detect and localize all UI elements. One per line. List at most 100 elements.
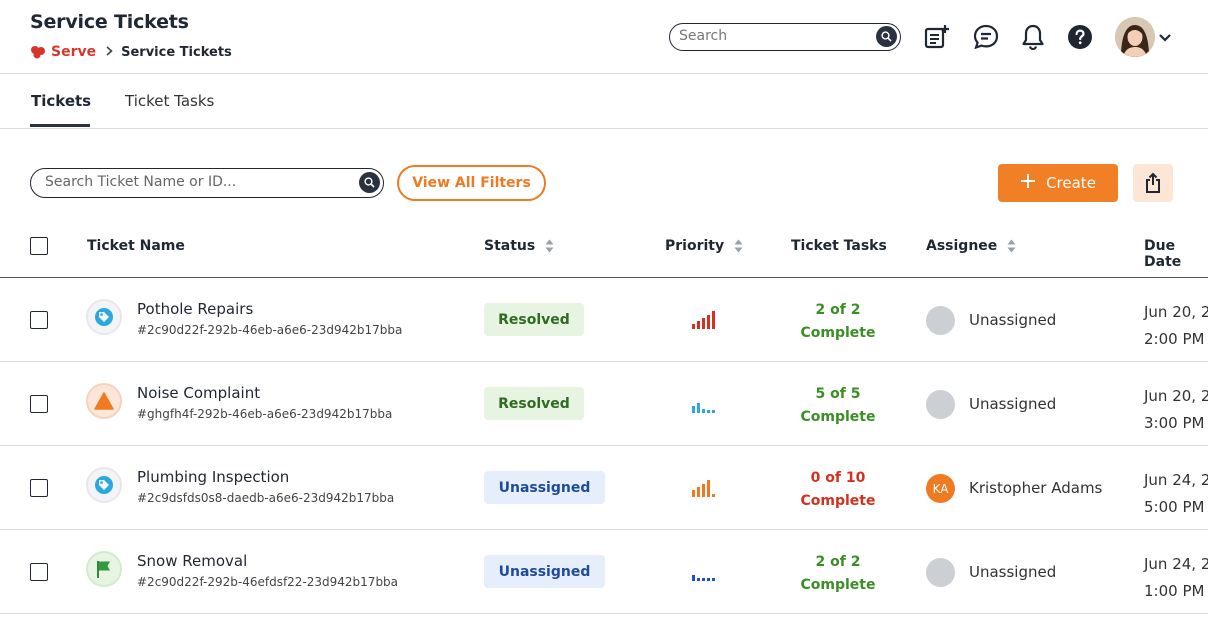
assignee-name[interactable]: Unassigned bbox=[969, 563, 1056, 581]
assignee-name[interactable]: Unassigned bbox=[969, 311, 1056, 329]
global-search-input[interactable] bbox=[679, 28, 859, 44]
assignee-avatar bbox=[926, 306, 955, 335]
tab-bar: Tickets Ticket Tasks bbox=[0, 75, 1208, 129]
priority-high-icon bbox=[692, 309, 718, 335]
ticket-name[interactable]: Noise Complaint bbox=[137, 384, 260, 402]
tab-ticket-tasks[interactable]: Ticket Tasks bbox=[125, 92, 214, 110]
tasks-status: Complete bbox=[800, 493, 876, 509]
ticket-tasks-progress: 5 of 5 Complete bbox=[788, 383, 888, 429]
assignee-name[interactable]: Unassigned bbox=[969, 395, 1056, 413]
add-note-icon[interactable] bbox=[922, 22, 952, 52]
column-label: Status bbox=[484, 238, 536, 254]
column-header-assignee[interactable]: Assignee bbox=[926, 238, 1017, 254]
sort-icon[interactable] bbox=[733, 238, 744, 254]
tasks-count: 0 of 10 bbox=[810, 470, 866, 486]
ticket-id: #2c90d22f-292b-46efdsf22-23d942b17bba bbox=[137, 575, 399, 589]
column-label: Due Date bbox=[1144, 238, 1182, 270]
due-date-time: 3:00 PM bbox=[1144, 414, 1205, 432]
warning-icon bbox=[86, 383, 122, 419]
search-icon[interactable] bbox=[359, 172, 380, 193]
tag-icon bbox=[86, 467, 122, 503]
due-date: Jun 20, 2 3:00 PM bbox=[1144, 383, 1208, 437]
table-row[interactable]: Noise Complaint #ghgfh4f-292b-46eb-a6e6-… bbox=[0, 362, 1208, 446]
due-date-time: 5:00 PM bbox=[1144, 498, 1205, 516]
search-icon[interactable] bbox=[876, 26, 897, 47]
global-search bbox=[669, 23, 901, 51]
priority-medium-icon bbox=[692, 477, 718, 503]
active-tab-indicator bbox=[30, 124, 90, 127]
priority-lowest-icon bbox=[692, 561, 718, 587]
priority-low-icon bbox=[692, 393, 718, 419]
tasks-status: Complete bbox=[800, 409, 876, 425]
column-header-status[interactable]: Status bbox=[484, 238, 555, 254]
user-avatar[interactable] bbox=[1115, 17, 1155, 57]
breadcrumb-chevron-icon bbox=[106, 45, 113, 59]
tag-icon bbox=[86, 299, 122, 335]
create-button-label: Create bbox=[1046, 174, 1096, 192]
tasks-status: Complete bbox=[800, 577, 876, 593]
table-row[interactable]: Snow Removal #2c90d22f-292b-46efdsf22-23… bbox=[0, 530, 1208, 614]
due-date-day: Jun 20, 2 bbox=[1144, 303, 1208, 321]
flag-icon bbox=[86, 551, 122, 587]
column-header-priority[interactable]: Priority bbox=[665, 238, 744, 254]
table-row[interactable]: Pothole Repairs #2c90d22f-292b-46eb-a6e6… bbox=[0, 278, 1208, 362]
chat-icon[interactable] bbox=[971, 22, 1001, 52]
select-all-checkbox[interactable] bbox=[30, 237, 48, 255]
sort-icon[interactable] bbox=[544, 238, 555, 254]
page-title: Service Tickets bbox=[30, 11, 189, 33]
create-button[interactable]: Create bbox=[998, 164, 1118, 202]
status-badge: Resolved bbox=[484, 303, 584, 336]
due-date: Jun 20, 2 2:00 PM bbox=[1144, 299, 1208, 353]
column-label: Ticket Name bbox=[87, 238, 185, 254]
ticket-name[interactable]: Snow Removal bbox=[137, 552, 247, 570]
ticket-id: #ghgfh4f-292b-46eb-a6e6-23d942b17bba bbox=[137, 407, 393, 421]
due-date-time: 2:00 PM bbox=[1144, 330, 1205, 348]
assignee-name[interactable]: Kristopher Adams bbox=[969, 479, 1102, 497]
assignee-avatar bbox=[926, 390, 955, 419]
due-date-time: 1:00 PM bbox=[1144, 582, 1205, 600]
row-checkbox[interactable] bbox=[30, 479, 48, 497]
ticket-tasks-progress: 0 of 10 Complete bbox=[788, 467, 888, 513]
column-header-ticket-name[interactable]: Ticket Name bbox=[87, 238, 185, 254]
ticket-tasks-progress: 2 of 2 Complete bbox=[788, 551, 888, 597]
column-label: Priority bbox=[665, 238, 725, 254]
breadcrumb: Serve Service Tickets bbox=[30, 44, 232, 60]
column-label: Assignee bbox=[926, 238, 998, 254]
ticket-search-input[interactable] bbox=[45, 174, 345, 190]
view-all-filters-button[interactable]: View All Filters bbox=[397, 165, 546, 201]
tasks-count: 5 of 5 bbox=[815, 386, 861, 402]
chevron-down-icon[interactable] bbox=[1158, 28, 1172, 47]
column-label: Ticket Tasks bbox=[791, 238, 887, 254]
ticket-name[interactable]: Pothole Repairs bbox=[137, 300, 253, 318]
row-checkbox[interactable] bbox=[30, 311, 48, 329]
column-header-due-date[interactable]: Due Date bbox=[1144, 238, 1208, 270]
due-date-day: Jun 24, 2 bbox=[1144, 555, 1208, 573]
share-icon bbox=[1146, 172, 1160, 193]
ticket-id: #2c9dsfds0s8-daedb-a6e6-23d942b17bba bbox=[137, 491, 395, 505]
row-checkbox[interactable] bbox=[30, 563, 48, 581]
serve-logo-icon bbox=[31, 46, 45, 59]
due-date: Jun 24, 2 5:00 PM bbox=[1144, 467, 1208, 521]
due-date-day: Jun 24, 2 bbox=[1144, 471, 1208, 489]
help-icon[interactable] bbox=[1065, 22, 1095, 52]
export-button[interactable] bbox=[1133, 164, 1173, 202]
due-date-day: Jun 20, 2 bbox=[1144, 387, 1208, 405]
ticket-search bbox=[30, 168, 384, 198]
ticket-name[interactable]: Plumbing Inspection bbox=[137, 468, 289, 486]
sort-icon[interactable] bbox=[1006, 238, 1017, 254]
ticket-id: #2c90d22f-292b-46eb-a6e6-23d942b17bba bbox=[137, 323, 403, 337]
column-header-ticket-tasks[interactable]: Ticket Tasks bbox=[791, 238, 887, 254]
status-badge: Unassigned bbox=[484, 555, 605, 588]
tasks-status: Complete bbox=[800, 325, 876, 341]
table-row[interactable]: Plumbing Inspection #2c9dsfds0s8-daedb-a… bbox=[0, 446, 1208, 530]
due-date: Jun 24, 2 1:00 PM bbox=[1144, 551, 1208, 605]
tasks-count: 2 of 2 bbox=[815, 302, 861, 318]
breadcrumb-root[interactable]: Serve bbox=[51, 44, 96, 60]
tab-tickets[interactable]: Tickets bbox=[31, 92, 91, 110]
assignee-avatar: KA bbox=[926, 474, 955, 503]
app-header: Service Tickets Serve Service Tickets bbox=[0, 0, 1208, 74]
bell-icon[interactable] bbox=[1018, 22, 1048, 52]
status-badge: Resolved bbox=[484, 387, 584, 420]
row-checkbox[interactable] bbox=[30, 395, 48, 413]
tasks-count: 2 of 2 bbox=[815, 554, 861, 570]
